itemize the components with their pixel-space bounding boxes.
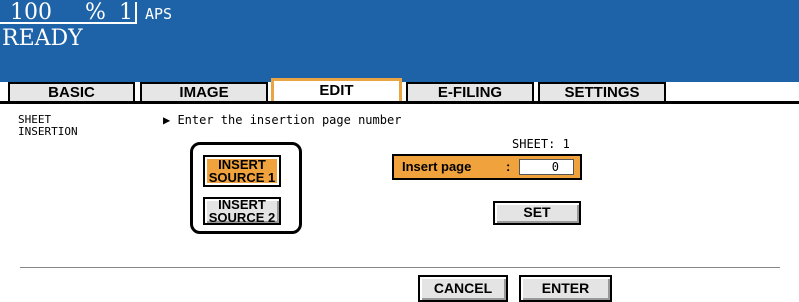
- insert-source-group: INSERT SOURCE 1 INSERT SOURCE 2: [190, 142, 302, 234]
- status-bar: 100 % 1 APS READY: [0, 0, 799, 82]
- insert-source-1-button[interactable]: INSERT SOURCE 1: [203, 155, 281, 187]
- enter-button[interactable]: ENTER: [519, 275, 612, 302]
- tab-edit[interactable]: EDIT: [271, 78, 402, 102]
- set-button[interactable]: SET: [493, 201, 581, 225]
- status-underline: [0, 22, 137, 24]
- tab-settings[interactable]: SETTINGS: [538, 82, 666, 102]
- tab-e-filing[interactable]: E-FILING: [406, 82, 534, 102]
- cancel-button[interactable]: CANCEL: [418, 275, 508, 302]
- panel-title: SHEET INSERTION: [18, 114, 78, 138]
- instruction-text: ▶ Enter the insertion page number: [163, 113, 402, 127]
- panel-title-line2: INSERTION: [18, 125, 78, 138]
- paper-size: APS: [145, 5, 173, 23]
- source-1-line2: SOURCE 1: [208, 170, 276, 185]
- machine-state: READY: [2, 26, 83, 51]
- insert-page-panel: Insert page : 0: [392, 154, 582, 180]
- insert-page-field[interactable]: 0: [519, 159, 574, 175]
- function-tabs: BASIC IMAGE EDIT E-FILING SETTINGS: [0, 78, 799, 102]
- percent-sign: %: [85, 0, 106, 25]
- insert-source-2-button[interactable]: INSERT SOURCE 2: [203, 197, 281, 225]
- insert-page-label: Insert page: [402, 159, 472, 174]
- edit-panel: SHEET INSERTION ▶ Enter the insertion pa…: [0, 104, 799, 302]
- status-divider: [135, 2, 137, 24]
- sheet-indicator: SHEET: 1: [512, 137, 570, 151]
- source-2-line2: SOURCE 2: [208, 210, 276, 225]
- insert-page-colon: :: [506, 159, 511, 174]
- copy-count: 1: [119, 0, 133, 25]
- tab-basic[interactable]: BASIC: [8, 82, 135, 102]
- zoom-value: 100: [10, 0, 52, 25]
- tab-image[interactable]: IMAGE: [140, 82, 268, 102]
- panel-divider: [20, 267, 780, 268]
